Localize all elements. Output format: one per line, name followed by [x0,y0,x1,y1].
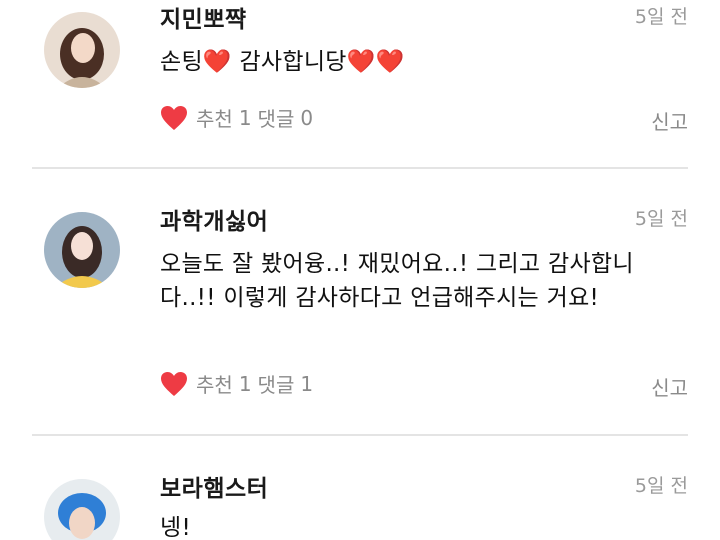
comment-feed: 지민뽀쨕 5일 전 손팅❤️ 감사합니당❤️❤️ 추천 1 댓글 0 신고 과학… [0,0,720,540]
comment-time: 5일 전 [634,475,688,497]
comment-time: 5일 전 [634,6,688,28]
comment-actions: 추천 1 댓글 1 [160,369,313,398]
like-label[interactable]: 추천 [196,103,233,132]
comment-item: 지민뽀쨕 5일 전 손팅❤️ 감사합니당❤️❤️ 추천 1 댓글 0 신고 [0,0,720,168]
comment-text: 오늘도 잘 봤어융..! 재밌어요..! 그리고 감사합니다..!! 이렇게 감… [160,251,634,311]
comment-author[interactable]: 과학개싫어 [160,202,268,236]
report-button[interactable]: 신고 [651,106,688,135]
comment-item: 보라햄스터 5일 전 넹! [0,435,720,540]
comment-item: 과학개싫어 5일 전 오늘도 잘 봤어융..! 재밌어요..! 그리고 감사합니… [0,168,720,434]
comment-author[interactable]: 보라햄스터 [160,469,268,503]
comment-time: 5일 전 [634,208,688,230]
comment-actions: 추천 1 댓글 0 [160,103,313,132]
like-count: 1 [238,371,252,396]
comment-author[interactable]: 지민뽀쨕 [160,0,247,34]
comment-text: 손팅❤️ 감사합니당❤️❤️ [160,49,405,75]
like-label[interactable]: 추천 [196,369,233,398]
avatar[interactable] [44,12,120,88]
heart-icon[interactable] [160,105,188,131]
reply-count: 0 [300,105,314,130]
heart-icon[interactable] [160,371,188,397]
comment-text: 넹! [160,515,191,540]
reply-count: 1 [300,371,314,396]
report-button[interactable]: 신고 [651,372,688,401]
avatar[interactable] [44,479,120,540]
like-count: 1 [238,105,252,130]
avatar[interactable] [44,212,120,288]
reply-label[interactable]: 댓글 [258,103,295,132]
reply-label[interactable]: 댓글 [258,369,295,398]
